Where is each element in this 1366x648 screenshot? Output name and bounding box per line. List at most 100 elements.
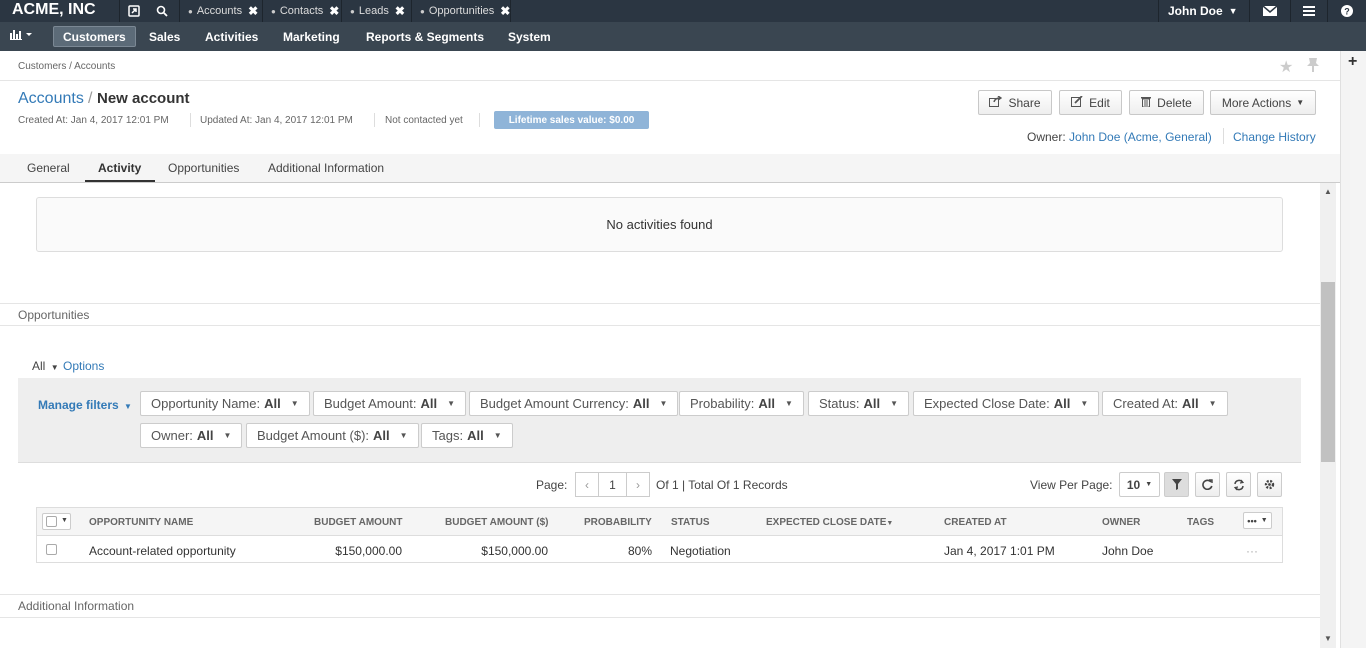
menu-sales[interactable]: Sales <box>140 26 189 47</box>
tab-general[interactable]: General <box>27 161 70 175</box>
scroll-down-icon[interactable]: ▼ <box>1324 634 1332 643</box>
menu-activities[interactable]: Activities <box>196 26 267 47</box>
column-header-owner[interactable]: Owner <box>1102 517 1140 528</box>
pinned-tab-accounts[interactable]: ● Accounts ✖ <box>179 0 263 22</box>
filter-value: All <box>196 428 214 443</box>
filter-name: Probability: <box>690 396 755 411</box>
close-icon[interactable]: ✖ <box>500 4 510 18</box>
filter-name: Budget Amount: <box>324 396 417 411</box>
column-header-opportunity-name[interactable]: Opportunity Name <box>89 517 193 528</box>
filter-opportunity-name[interactable]: Opportunity Name: All ▼ <box>140 391 310 416</box>
pinned-tab-contacts[interactable]: ● Contacts ✖ <box>262 0 344 22</box>
tab-opportunities[interactable]: Opportunities <box>168 161 239 175</box>
dashboard-chart-icon[interactable] <box>10 28 32 43</box>
close-icon[interactable]: ✖ <box>329 4 339 18</box>
select-all-checkbox[interactable] <box>46 516 57 527</box>
filter-budget-amount-usd[interactable]: Budget Amount ($): All ▼ <box>246 423 419 448</box>
next-page-button[interactable]: › <box>626 472 650 497</box>
more-actions-button[interactable]: More Actions ▼ <box>1210 90 1316 115</box>
column-header-status[interactable]: Status <box>671 517 710 528</box>
page-label: Page: <box>536 478 568 492</box>
edit-button[interactable]: Edit <box>1059 90 1122 115</box>
caret-down-icon: ▼ <box>447 399 456 408</box>
filter-expected-close-date[interactable]: Expected Close Date: All ▼ <box>913 391 1100 416</box>
column-header-budget-amount-usd[interactable]: Budget Amount ($) <box>445 517 549 528</box>
scroll-thumb[interactable] <box>1321 282 1335 462</box>
close-icon[interactable]: ✖ <box>395 4 405 18</box>
section-title-opportunities: Opportunities <box>18 308 90 322</box>
menu-marketing[interactable]: Marketing <box>274 26 349 47</box>
filter-created-at[interactable]: Created At: All ▼ <box>1102 391 1228 416</box>
title-separator: / <box>88 90 93 107</box>
grid-settings-button[interactable] <box>1257 472 1282 497</box>
pinned-tab-opportunities[interactable]: ● Opportunities ✖ <box>411 0 511 22</box>
all-selector[interactable]: All ▼ <box>32 359 59 373</box>
page-input[interactable]: 1 <box>598 472 627 497</box>
manage-filters-label: Manage filters <box>38 398 119 412</box>
filter-budget-amount-currency[interactable]: Budget Amount Currency: All ▼ <box>469 391 679 416</box>
plus-icon[interactable]: + <box>1348 53 1357 71</box>
refresh-button[interactable] <box>1195 472 1220 497</box>
view-per-page-select[interactable]: 10 ▼ <box>1119 472 1160 497</box>
search-icon[interactable] <box>148 0 176 22</box>
vertical-scrollbar[interactable]: ▲ ▼ <box>1320 183 1336 648</box>
menu-reports-segments[interactable]: Reports & Segments <box>357 26 493 47</box>
user-menu[interactable]: John Doe ▼ <box>1168 0 1238 22</box>
pinned-tab-leads[interactable]: ● Leads ✖ <box>341 0 413 22</box>
menu-system[interactable]: System <box>499 26 560 47</box>
pinned-tab-label: Leads <box>358 5 389 17</box>
pinned-tab-label: Accounts <box>196 5 243 17</box>
column-options-button[interactable]: ••• ▼ <box>1243 512 1272 529</box>
column-header-budget-amount[interactable]: Budget Amount <box>314 517 403 528</box>
tab-activity[interactable]: Activity <box>98 161 141 175</box>
divider <box>374 113 375 127</box>
reset-button[interactable] <box>1226 472 1251 497</box>
select-all-dropdown[interactable]: ▼ <box>42 513 71 530</box>
change-history-link[interactable]: Change History <box>1233 130 1316 144</box>
owner-link[interactable]: John Doe <box>1069 130 1120 144</box>
caret-down-icon: ▼ <box>890 399 899 408</box>
filter-name: Tags: <box>432 428 464 443</box>
share-button[interactable]: Share <box>978 90 1052 115</box>
row-checkbox[interactable] <box>46 544 57 555</box>
column-header-tags[interactable]: Tags <box>1187 517 1214 528</box>
manage-filters-link[interactable]: Manage filters ▼ <box>38 398 132 412</box>
caret-down-icon: ▼ <box>61 517 68 524</box>
filter-icon <box>1171 479 1182 490</box>
owner-label: Owner: <box>1027 130 1066 144</box>
envelope-icon[interactable] <box>1250 0 1290 22</box>
row-actions-ellipsis[interactable]: ··· <box>1246 544 1258 558</box>
column-header-expected-close-date[interactable]: Expected Close Date▼ <box>766 517 893 528</box>
caret-down-icon: ▼ <box>290 399 299 408</box>
help-icon[interactable]: ? <box>1328 0 1366 22</box>
divider <box>0 325 1320 326</box>
column-header-probability[interactable]: Probability <box>584 517 652 528</box>
tab-additional-information[interactable]: Additional Information <box>268 161 384 175</box>
menu-icon[interactable] <box>1291 0 1327 22</box>
filter-toggle-button[interactable] <box>1164 472 1189 497</box>
breadcrumb: Customers / Accounts <box>18 61 116 72</box>
options-link[interactable]: Options <box>63 359 104 373</box>
filter-owner[interactable]: Owner: All ▼ <box>140 423 243 448</box>
created-at: Created At: Jan 4, 2017 12:01 PM <box>18 115 169 126</box>
accounts-link[interactable]: Accounts <box>18 90 84 108</box>
filter-status[interactable]: Status: All ▼ <box>808 391 910 416</box>
filter-tags[interactable]: Tags: All ▼ <box>421 423 513 448</box>
cell-opportunity-name: Account-related opportunity <box>89 544 236 558</box>
owner-org-link[interactable]: (Acme, General) <box>1124 130 1212 144</box>
filter-probability[interactable]: Probability: All ▼ <box>679 391 804 416</box>
scroll-up-icon[interactable]: ▲ <box>1324 187 1332 196</box>
brand-logo[interactable]: ACME, INC <box>12 1 96 19</box>
pinned-tab-label: Opportunities <box>428 5 495 17</box>
filter-budget-amount[interactable]: Budget Amount: All ▼ <box>313 391 467 416</box>
column-header-created-at[interactable]: Created At <box>944 517 1007 528</box>
prev-page-button[interactable]: ‹ <box>575 472 599 497</box>
close-icon[interactable]: ✖ <box>248 4 258 18</box>
pin-icon[interactable] <box>1306 57 1320 78</box>
delete-button[interactable]: Delete <box>1129 90 1204 115</box>
history-icon[interactable] <box>120 0 148 22</box>
caret-down-icon: ▼ <box>223 431 232 440</box>
menu-customers[interactable]: Customers <box>53 26 136 47</box>
star-icon[interactable]: ★ <box>1279 57 1293 77</box>
opportunities-grid: ▼ Opportunity Name Budget Amount Budget … <box>36 507 1283 563</box>
